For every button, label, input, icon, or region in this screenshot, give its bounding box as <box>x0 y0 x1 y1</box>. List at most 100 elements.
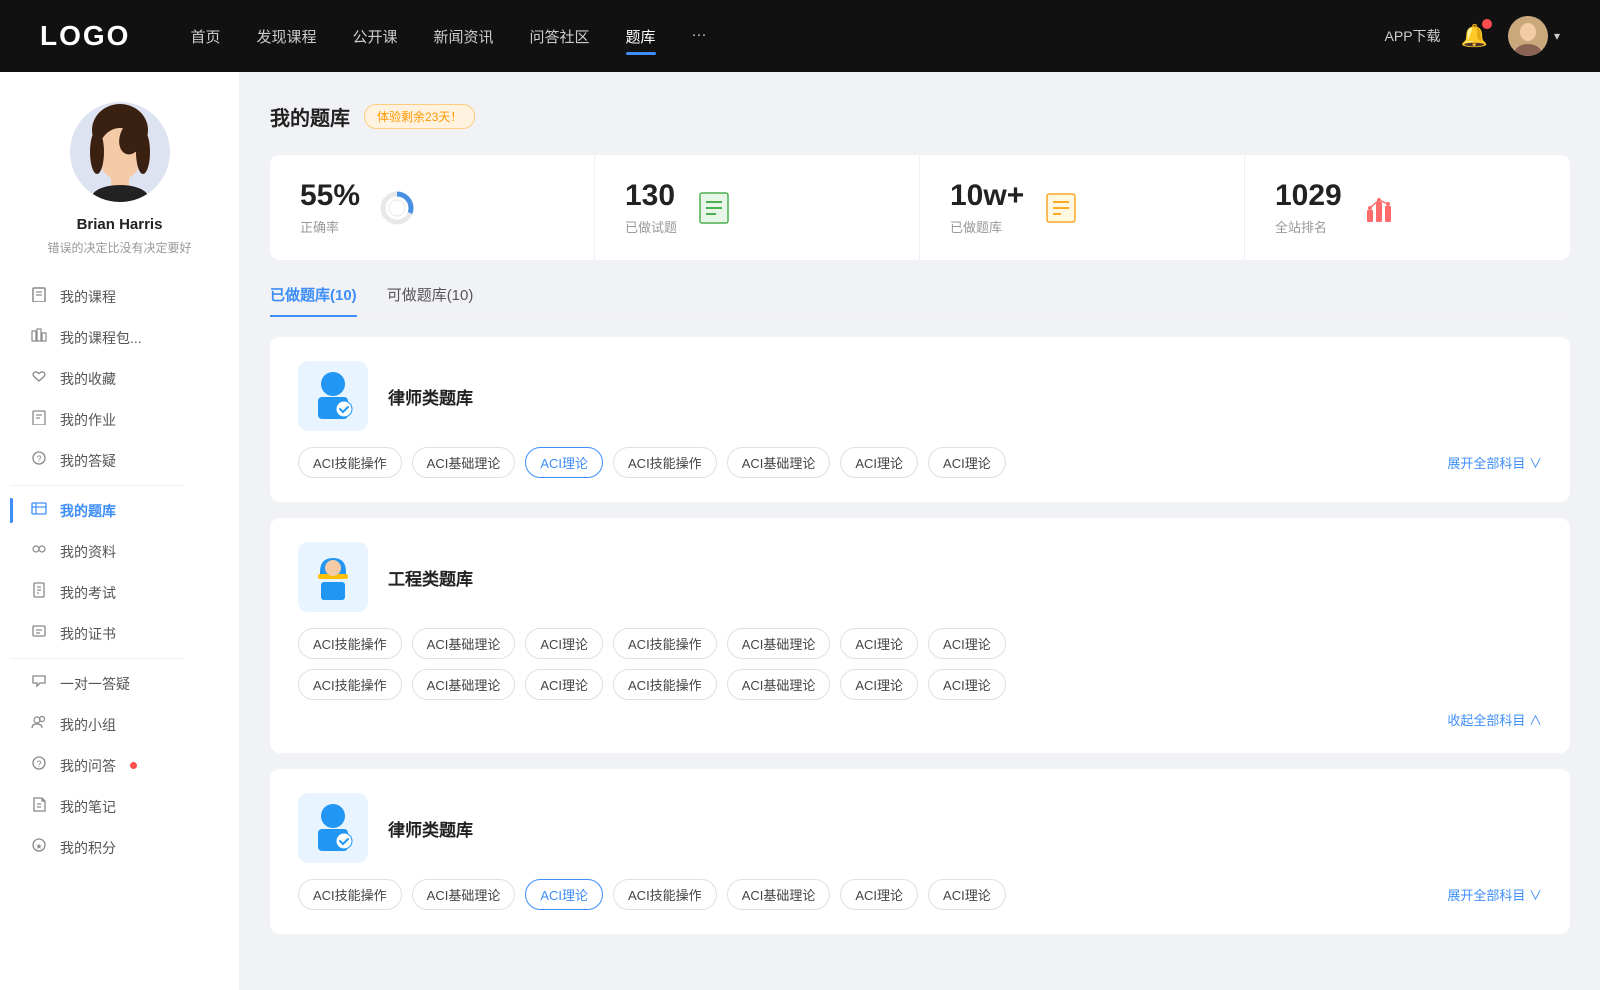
bank-card-2-icon <box>298 542 368 612</box>
bank-tag[interactable]: ACI技能操作 <box>298 447 402 478</box>
bank-tag[interactable]: ACI理论 <box>525 669 603 700</box>
sidebar-item-one-on-one-label: 一对一答疑 <box>60 674 130 694</box>
bell-badge <box>1482 19 1492 29</box>
page-title: 我的题库 <box>270 102 350 131</box>
sidebar-item-group[interactable]: 我的小组 <box>10 704 229 745</box>
sidebar-item-my-courses-label: 我的课程 <box>60 287 116 307</box>
bank-tag[interactable]: ACI技能操作 <box>613 879 717 910</box>
sidebar-divider-1 <box>10 485 185 486</box>
done-questions-icon <box>696 190 732 226</box>
nav-news[interactable]: 新闻资讯 <box>434 22 494 51</box>
bank-card-1-expand[interactable]: 展开全部科目 ∨ <box>1447 453 1542 472</box>
sidebar-item-favorites[interactable]: 我的收藏 <box>10 358 229 399</box>
bank-tag[interactable]: ACI理论 <box>840 628 918 659</box>
bank-tag[interactable]: ACI理论 <box>928 447 1006 478</box>
bank-tag[interactable]: ACI理论 <box>928 669 1006 700</box>
bank-tag[interactable]: ACI基础理论 <box>727 628 831 659</box>
bank-card-1-title: 律师类题库 <box>388 384 1542 409</box>
sidebar-item-exams[interactable]: 我的考试 <box>10 572 229 613</box>
bank-card-2-header: 工程类题库 <box>298 542 1542 612</box>
bank-tag[interactable]: ACI技能操作 <box>298 628 402 659</box>
sidebar-item-questions[interactable]: ? 我的答疑 <box>10 440 229 481</box>
stat-done-banks-value: 10w+ <box>950 179 1024 213</box>
bank-tag[interactable]: ACI技能操作 <box>298 669 402 700</box>
points-icon: ★ <box>30 837 48 858</box>
bank-tag-selected[interactable]: ACI理论 <box>525 447 603 478</box>
sidebar-item-notes[interactable]: 我的笔记 <box>10 786 229 827</box>
lawyer-icon-3 <box>308 801 358 856</box>
bank-tag[interactable]: ACI基础理论 <box>412 879 516 910</box>
stat-done-banks-label: 已做题库 <box>950 217 1024 236</box>
notes-icon <box>30 796 48 817</box>
user-avatar-menu[interactable]: ▾ <box>1508 16 1560 56</box>
main-content: 我的题库 体验剩余23天！ 55% 正确率 <box>240 72 1600 990</box>
stat-done-banks-icon-wrap <box>1040 187 1082 229</box>
sidebar-item-certificates[interactable]: 我的证书 <box>10 613 229 654</box>
sidebar-item-materials-label: 我的资料 <box>60 542 116 562</box>
stats-row: 55% 正确率 130 已做试题 <box>270 155 1570 260</box>
bank-tag[interactable]: ACI基础理论 <box>412 669 516 700</box>
exams-icon <box>30 582 48 603</box>
bank-tag-selected[interactable]: ACI理论 <box>525 879 603 910</box>
notification-bell[interactable]: 🔔 <box>1461 23 1488 49</box>
sidebar-item-homework[interactable]: 我的作业 <box>10 399 229 440</box>
navbar-right: APP下载 🔔 ▾ <box>1385 16 1560 56</box>
bank-card-3: 律师类题库 ACI技能操作 ACI基础理论 ACI理论 ACI技能操作 ACI基… <box>270 769 1570 934</box>
stat-accuracy-text: 55% 正确率 <box>300 179 360 236</box>
done-banks-icon <box>1043 190 1079 226</box>
sidebar-item-question-bank[interactable]: 我的题库 <box>10 490 229 531</box>
sidebar-item-qa[interactable]: ? 我的问答 <box>10 745 229 786</box>
tab-available-banks[interactable]: 可做题库(10) <box>387 284 474 315</box>
sidebar-item-my-courses[interactable]: 我的课程 <box>10 276 229 317</box>
logo: LOGO <box>40 20 130 52</box>
sidebar-item-one-on-one[interactable]: 一对一答疑 <box>10 663 229 704</box>
stat-site-rank-label: 全站排名 <box>1275 217 1342 236</box>
bank-tag[interactable]: ACI理论 <box>928 628 1006 659</box>
nav-public-course[interactable]: 公开课 <box>352 22 397 51</box>
bank-card-2-tags-row2: ACI技能操作 ACI基础理论 ACI理论 ACI技能操作 ACI基础理论 AC… <box>298 669 1542 700</box>
bank-tag[interactable]: ACI基础理论 <box>727 879 831 910</box>
bank-tag[interactable]: ACI理论 <box>840 879 918 910</box>
bank-tag[interactable]: ACI基础理论 <box>412 628 516 659</box>
nav-question-bank[interactable]: 题库 <box>626 22 656 51</box>
sidebar-item-group-label: 我的小组 <box>60 715 116 735</box>
bank-card-3-icon <box>298 793 368 863</box>
bank-tag[interactable]: ACI技能操作 <box>613 447 717 478</box>
bank-tag[interactable]: ACI理论 <box>525 628 603 659</box>
lawyer-icon <box>308 369 358 424</box>
courses-icon <box>30 286 48 307</box>
stat-done-questions-label: 已做试题 <box>625 217 677 236</box>
certificates-icon <box>30 623 48 644</box>
bank-tag[interactable]: ACI技能操作 <box>298 879 402 910</box>
one-on-one-icon <box>30 673 48 694</box>
bank-tag[interactable]: ACI技能操作 <box>613 669 717 700</box>
bank-card-3-header: 律师类题库 <box>298 793 1542 863</box>
materials-icon <box>30 541 48 562</box>
sidebar-item-favorites-label: 我的收藏 <box>60 369 116 389</box>
bank-tag[interactable]: ACI基础理论 <box>727 447 831 478</box>
sidebar-item-course-packages[interactable]: 我的课程包... <box>10 317 229 358</box>
bank-card-2-title: 工程类题库 <box>388 565 1542 590</box>
nav-home[interactable]: 首页 <box>190 22 220 51</box>
nav-menu: 首页 发现课程 公开课 新闻资讯 问答社区 题库 ··· <box>190 22 1384 51</box>
sidebar-motto: 错误的决定比没有决定要好 <box>27 239 211 256</box>
bank-tag[interactable]: ACI基础理论 <box>412 447 516 478</box>
nav-discover[interactable]: 发现课程 <box>256 22 316 51</box>
bank-tag[interactable]: ACI基础理论 <box>727 669 831 700</box>
bank-tag[interactable]: ACI理论 <box>840 669 918 700</box>
bank-tag[interactable]: ACI理论 <box>928 879 1006 910</box>
bank-card-2-collapse[interactable]: 收起全部科目 ∧ <box>298 710 1542 729</box>
group-icon <box>30 714 48 735</box>
sidebar-item-materials[interactable]: 我的资料 <box>10 531 229 572</box>
bank-tag[interactable]: ACI理论 <box>840 447 918 478</box>
page-layout: Brian Harris 错误的决定比没有决定要好 我的课程 <box>0 72 1600 990</box>
bank-card-1-tags: ACI技能操作 ACI基础理论 ACI理论 ACI技能操作 ACI基础理论 AC… <box>298 447 1542 478</box>
tab-done-banks[interactable]: 已做题库(10) <box>270 284 357 315</box>
bank-card-3-expand[interactable]: 展开全部科目 ∨ <box>1447 885 1542 904</box>
nav-more[interactable]: ··· <box>692 22 707 51</box>
bank-tag[interactable]: ACI技能操作 <box>613 628 717 659</box>
bank-card-3-title: 律师类题库 <box>388 816 1542 841</box>
sidebar-item-points[interactable]: ★ 我的积分 <box>10 827 229 868</box>
app-download-link[interactable]: APP下载 <box>1385 26 1441 46</box>
nav-qa[interactable]: 问答社区 <box>530 22 590 51</box>
